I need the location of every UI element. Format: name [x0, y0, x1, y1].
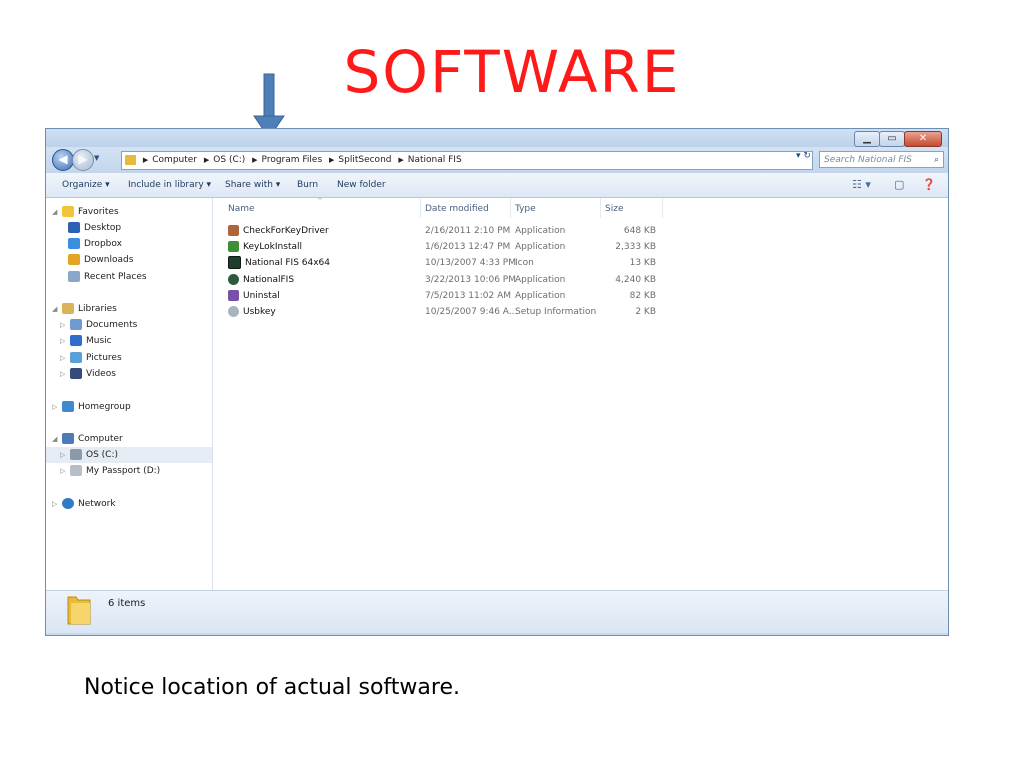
minimize-button[interactable]: ▁	[854, 131, 880, 147]
address-bar[interactable]: ▶ Computer ▶ OS (C:) ▶ Program Files ▶ Split…	[121, 151, 813, 170]
command-bar: Organize ▾ Include in library ▾ Share wi…	[46, 173, 948, 198]
slide-title: SOFTWARE	[343, 38, 681, 106]
nav-downloads[interactable]: Downloads	[68, 252, 133, 268]
column-header-date[interactable]: Date modified	[425, 204, 489, 214]
breadcrumb-program-files[interactable]: Program Files	[262, 155, 323, 165]
documents-icon	[70, 319, 82, 330]
nav-my-passport[interactable]: ▷ My Passport (D:)	[60, 463, 160, 479]
maximize-button[interactable]: ▭	[879, 131, 905, 147]
music-icon	[70, 335, 82, 346]
sort-ascending-icon: ^	[317, 197, 323, 205]
libraries-icon	[62, 303, 74, 314]
history-dropdown-icon[interactable]: ▼	[94, 154, 99, 162]
search-icon: ⌕	[933, 155, 939, 165]
include-in-library-button[interactable]: Include in library ▾	[128, 180, 211, 190]
folder-icon	[125, 154, 136, 165]
recent-places-icon	[68, 271, 80, 282]
file-row[interactable]: NationalFIS 3/22/2013 10:06 PM Applicati…	[213, 272, 948, 288]
nav-favorites[interactable]: ◢ Favorites	[52, 204, 119, 220]
maximize-icon: ▭	[887, 133, 897, 144]
icon-file-icon	[228, 256, 241, 269]
nav-computer[interactable]: ◢ Computer	[52, 431, 123, 447]
forward-button[interactable]: ▶	[72, 149, 94, 171]
explorer-window: ▁ ▭ ✕ ◀ ▶ ▼ ▶ Computer ▶ OS (C:) ▶ Program …	[45, 128, 949, 636]
file-row[interactable]: National FIS 64x64 10/13/2007 4:33 PM Ic…	[213, 255, 948, 271]
file-row[interactable]: Usbkey 10/25/2007 9:46 A... Setup Inform…	[213, 304, 948, 320]
column-header-size[interactable]: Size	[605, 204, 623, 214]
pictures-icon	[70, 352, 82, 363]
nav-music[interactable]: ▷ Music	[60, 333, 112, 349]
file-list: Name ^ Date modified Type Size CheckForK…	[213, 197, 948, 590]
nav-libraries[interactable]: ◢ Libraries	[52, 301, 117, 317]
view-options-icon[interactable]: ☷ ▾	[852, 178, 871, 191]
uninstall-icon	[228, 290, 239, 301]
breadcrumb-national-fis[interactable]: National FIS	[408, 155, 462, 165]
preview-pane-icon[interactable]: ▢	[894, 178, 904, 191]
installer-icon	[228, 241, 239, 252]
title-bar: ▁ ▭ ✕	[46, 129, 948, 147]
computer-icon	[62, 433, 74, 444]
homegroup-icon	[62, 401, 74, 412]
details-pane: 6 items	[46, 590, 948, 633]
application-icon	[228, 225, 239, 236]
file-row[interactable]: Uninstal 7/5/2013 11:02 AM Application 8…	[213, 288, 948, 304]
breadcrumb-computer[interactable]: Computer	[152, 155, 197, 165]
refresh-icon[interactable]: ▾ ↻	[796, 151, 811, 161]
share-with-button[interactable]: Share with ▾	[225, 180, 280, 190]
dropbox-icon	[68, 238, 80, 249]
column-header-name[interactable]: Name	[228, 204, 255, 214]
star-icon	[62, 206, 74, 217]
breadcrumb-os-c[interactable]: OS (C:)	[213, 155, 245, 165]
videos-icon	[70, 368, 82, 379]
address-row: ◀ ▶ ▼ ▶ Computer ▶ OS (C:) ▶ Program Files …	[46, 147, 948, 173]
setup-info-icon	[228, 306, 239, 317]
burn-button[interactable]: Burn	[297, 180, 318, 190]
search-input[interactable]: Search National FIS ⌕	[819, 151, 944, 168]
external-drive-icon	[70, 465, 82, 476]
new-folder-button[interactable]: New folder	[337, 180, 386, 190]
nav-homegroup[interactable]: ▷ Homegroup	[52, 399, 131, 415]
column-header-type[interactable]: Type	[515, 204, 536, 214]
nav-network[interactable]: ▷ Network	[52, 496, 116, 512]
nav-recent-places[interactable]: Recent Places	[68, 269, 147, 285]
nav-os-c[interactable]: ▷ OS (C:)	[46, 447, 212, 463]
search-placeholder: Search National FIS	[824, 155, 912, 165]
help-icon[interactable]: ❓	[922, 178, 936, 191]
folder-icon	[67, 596, 91, 625]
nav-documents[interactable]: ▷ Documents	[60, 317, 137, 333]
close-icon: ✕	[918, 133, 928, 144]
downloads-icon	[68, 254, 80, 265]
organize-button[interactable]: Organize ▾	[62, 180, 110, 190]
drive-icon	[70, 449, 82, 460]
slide-caption: Notice location of actual software.	[84, 675, 460, 700]
navigation-pane: ◢ Favorites Desktop Dropbox Downloads Rec…	[46, 198, 213, 590]
close-button[interactable]: ✕	[904, 131, 942, 147]
nav-dropbox[interactable]: Dropbox	[68, 236, 122, 252]
item-count: 6 items	[108, 598, 146, 609]
nav-pictures[interactable]: ▷ Pictures	[60, 350, 122, 366]
breadcrumb-splitsecond[interactable]: SplitSecond	[338, 155, 391, 165]
file-row[interactable]: CheckForKeyDriver 2/16/2011 2:10 PM Appl…	[213, 223, 948, 239]
back-button[interactable]: ◀	[52, 149, 74, 171]
minimize-icon: ▁	[863, 133, 871, 144]
file-row[interactable]: KeyLokInstall 1/6/2013 12:47 PM Applicat…	[213, 239, 948, 255]
desktop-icon	[68, 222, 80, 233]
nav-videos[interactable]: ▷ Videos	[60, 366, 116, 382]
nav-desktop[interactable]: Desktop	[68, 220, 121, 236]
network-icon	[62, 498, 74, 509]
application-icon	[228, 274, 239, 285]
